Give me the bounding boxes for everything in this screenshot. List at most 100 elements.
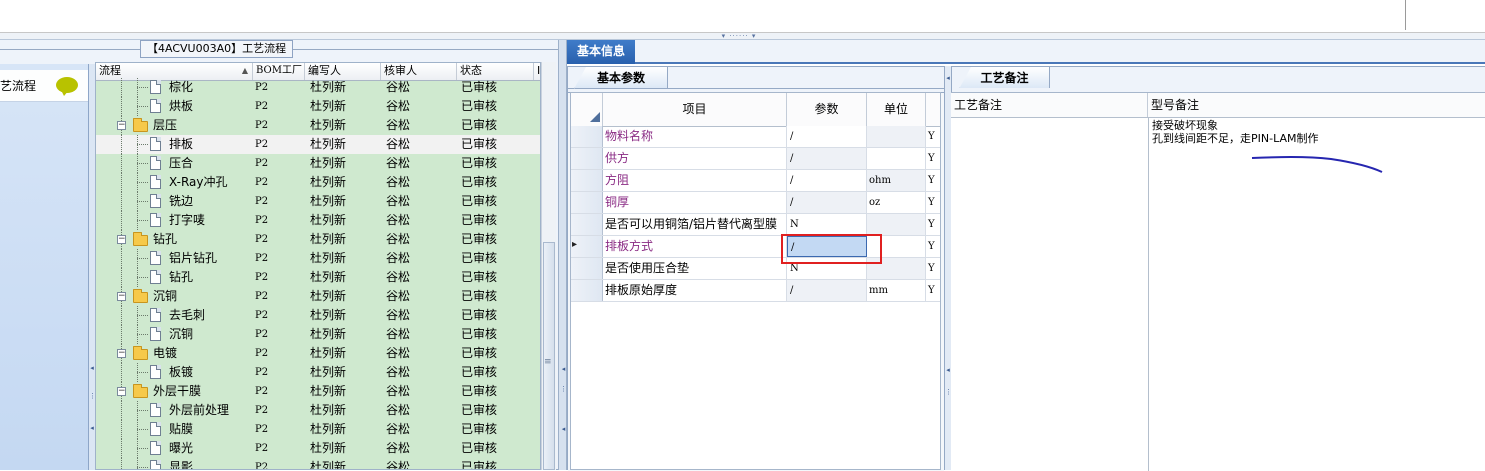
tree-row[interactable]: 打字唛 P2 杜列新 谷松 已审核 xyxy=(96,211,540,230)
tree-row[interactable]: 铣边 P2 杜列新 谷松 已审核 xyxy=(96,192,540,211)
param-value-cell[interactable]: / xyxy=(787,280,867,301)
document-icon xyxy=(150,403,161,417)
tree-expander-icon[interactable]: − xyxy=(117,235,126,244)
tree-cell-status: 已审核 xyxy=(461,251,498,265)
param-value-cell[interactable]: / xyxy=(787,148,867,169)
tree-expander-icon[interactable]: − xyxy=(117,121,126,130)
tree-cell-status: 已审核 xyxy=(461,460,498,470)
column-header-model-note[interactable]: 型号备注 xyxy=(1148,93,1485,117)
params-row[interactable]: ▸ 排板方式 / Y xyxy=(571,236,940,258)
splitter-arrow-icon[interactable]: ◂ xyxy=(560,365,567,373)
row-header[interactable] xyxy=(571,214,603,235)
tree-cell-bom: P2 xyxy=(255,101,269,112)
tree-cell-name: 外层干膜 xyxy=(153,384,202,398)
tree-row[interactable]: 钻孔 P2 杜列新 谷松 已审核 xyxy=(96,268,540,287)
column-header-process-note[interactable]: 工艺备注 xyxy=(951,93,1148,117)
tree-scrollbar[interactable]: ≡ xyxy=(541,62,556,470)
param-value-cell[interactable]: N xyxy=(787,214,867,235)
params-row[interactable]: 物料名称 / Y xyxy=(571,126,940,148)
tree-row[interactable]: X-Ray冲孔 P2 杜列新 谷松 已审核 xyxy=(96,173,540,192)
column-header-flag[interactable] xyxy=(926,93,940,126)
tree-cell-reviewer: 谷松 xyxy=(386,422,411,436)
tab-process-notes[interactable]: 工艺备注 xyxy=(959,66,1050,89)
select-all-corner[interactable] xyxy=(571,93,603,126)
tree-cell-writer: 杜列新 xyxy=(310,118,347,132)
tree-cell-bom: P2 xyxy=(255,386,269,397)
column-header-param[interactable]: 参数 xyxy=(787,93,867,126)
row-header[interactable] xyxy=(571,258,603,279)
tree-row[interactable]: 沉铜 P2 杜列新 谷松 已审核 xyxy=(96,325,540,344)
param-item-cell: 是否使用压合垫 xyxy=(603,258,787,279)
process-tree-grid[interactable]: 流程 ▲ BOM工厂 编写人 核审人 状态 I 棕化 P2 杜列新 谷松 已审核 烘板 P2 杜… xyxy=(95,62,541,470)
params-grid-header: 项目 参数 单位 xyxy=(571,93,940,127)
row-header[interactable]: ▸ xyxy=(571,236,603,257)
params-grid[interactable]: 项目 参数 单位 物料名称 / Y 供方 / Y 方阻 / ohm Y 铜厚 / oz Y 是否可以用铜箔/… xyxy=(570,92,941,470)
tree-cell-writer: 杜列新 xyxy=(310,99,347,113)
tree-row[interactable]: − 外层干膜 P2 杜列新 谷松 已审核 xyxy=(96,382,540,401)
param-item-cell: 是否可以用铜箔/铝片替代离型膜 xyxy=(603,214,787,235)
notes-grid[interactable]: 工艺备注 型号备注 接受破坏现象 孔到线间距不足，走PIN-LAM制作 xyxy=(951,92,1485,471)
tree-guide-line xyxy=(121,325,122,344)
tree-guide-line xyxy=(121,306,122,325)
tree-row[interactable]: − 层压 P2 杜列新 谷松 已审核 xyxy=(96,116,540,135)
column-header-item[interactable]: 项目 xyxy=(603,93,787,126)
param-unit-cell: mm xyxy=(867,280,926,301)
row-header[interactable] xyxy=(571,192,603,213)
tree-expander-icon[interactable]: − xyxy=(117,292,126,301)
tree-expander-icon[interactable]: − xyxy=(117,349,126,358)
tree-row[interactable]: − 电镀 P2 杜列新 谷松 已审核 xyxy=(96,344,540,363)
params-row[interactable]: 是否可以用铜箔/铝片替代离型膜 N Y xyxy=(571,214,940,236)
tree-row[interactable]: − 钻孔 P2 杜列新 谷松 已审核 xyxy=(96,230,540,249)
column-header-unit[interactable]: 单位 xyxy=(867,93,926,126)
params-row[interactable]: 供方 / Y xyxy=(571,148,940,170)
tree-row[interactable]: 烘板 P2 杜列新 谷松 已审核 xyxy=(96,97,540,116)
tree-row[interactable]: 压合 P2 杜列新 谷松 已审核 xyxy=(96,154,540,173)
tree-row[interactable]: 显影 P2 杜列新 谷松 已审核 xyxy=(96,458,540,470)
tree-row[interactable]: 贴膜 P2 杜列新 谷松 已审核 xyxy=(96,420,540,439)
params-row[interactable]: 是否使用压合垫 N Y xyxy=(571,258,940,280)
row-header[interactable] xyxy=(571,126,603,147)
param-value-cell[interactable]: / xyxy=(787,126,867,147)
tree-cell-writer: 杜列新 xyxy=(310,175,347,189)
tab-basic-params[interactable]: 基本参数 xyxy=(574,66,668,89)
tab-basic-info[interactable]: 基本信息 xyxy=(567,40,635,64)
tree-row[interactable]: 排板 P2 杜列新 谷松 已审核 xyxy=(96,135,540,154)
tree-cell-reviewer: 谷松 xyxy=(386,118,411,132)
tab-label: 工艺备注 xyxy=(980,71,1029,85)
tree-guide-line xyxy=(137,372,148,373)
tree-expander-icon[interactable]: − xyxy=(117,387,126,396)
param-value-cell[interactable]: / xyxy=(787,192,867,213)
tree-row[interactable]: 铝片钻孔 P2 杜列新 谷松 已审核 xyxy=(96,249,540,268)
params-row[interactable]: 排板原始厚度 / mm Y xyxy=(571,280,940,302)
row-header[interactable] xyxy=(571,148,603,169)
tree-row[interactable]: − 沉铜 P2 杜列新 谷松 已审核 xyxy=(96,287,540,306)
document-icon xyxy=(150,194,161,208)
splitter-arrow-icon[interactable]: ◂ xyxy=(560,425,567,433)
tree-cell-status: 已审核 xyxy=(461,422,498,436)
tree-cell-reviewer: 谷松 xyxy=(386,232,411,246)
scrollbar-thumb[interactable] xyxy=(543,242,555,470)
tree-row[interactable]: 外层前处理 P2 杜列新 谷松 已审核 xyxy=(96,401,540,420)
row-header[interactable] xyxy=(571,170,603,191)
tree-cell-writer: 杜列新 xyxy=(310,137,347,151)
tree-guide-line xyxy=(137,87,148,88)
horizontal-splitter[interactable]: ▾ ······ ▾ xyxy=(0,33,1485,40)
document-icon xyxy=(150,365,161,379)
params-row[interactable]: 方阻 / ohm Y xyxy=(571,170,940,192)
splitter-grip-icon[interactable]: ▾ ······ ▾ xyxy=(706,33,772,40)
vertical-splitter[interactable]: ◂ ⋮ ◂ xyxy=(558,40,567,470)
tree-row[interactable]: 曝光 P2 杜列新 谷松 已审核 xyxy=(96,439,540,458)
splitter-grip-icon[interactable]: ⋮ xyxy=(560,385,567,393)
param-value-cell[interactable]: / xyxy=(787,170,867,191)
tree-row[interactable]: 板镀 P2 杜列新 谷松 已审核 xyxy=(96,363,540,382)
param-item-cell: 铜厚 xyxy=(603,192,787,213)
tree-row[interactable]: 去毛刺 P2 杜列新 谷松 已审核 xyxy=(96,306,540,325)
tree-cell-bom: P2 xyxy=(255,196,269,207)
model-note-cell[interactable]: 接受破坏现象 孔到线间距不足，走PIN-LAM制作 xyxy=(1152,119,1318,145)
row-header[interactable] xyxy=(571,280,603,301)
param-flag-cell: Y xyxy=(928,285,935,296)
tree-row[interactable]: 棕化 P2 杜列新 谷松 已审核 xyxy=(96,78,540,97)
tree-cell-name: 钻孔 xyxy=(153,232,178,246)
params-row[interactable]: 铜厚 / oz Y xyxy=(571,192,940,214)
param-item-cell: 排板方式 xyxy=(603,236,787,257)
